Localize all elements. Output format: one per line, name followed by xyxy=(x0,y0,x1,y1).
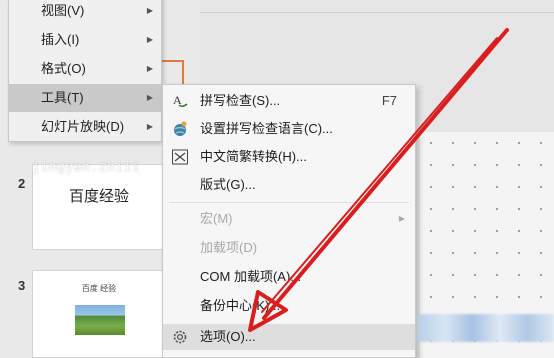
menu-separator xyxy=(169,202,409,203)
submenu-item-backup-center[interactable]: 备份中心(K)... xyxy=(163,293,415,319)
menu-item-view[interactable]: 视图(V) ▶ xyxy=(9,0,161,25)
submenu-item-label: 设置拼写检查语言(C)... xyxy=(200,121,333,136)
chevron-right-icon: ▶ xyxy=(146,35,153,44)
submenu-item-label: 版式(G)... xyxy=(200,177,256,192)
globe-icon xyxy=(171,120,189,138)
menu-item-label: 幻灯片放映(D) xyxy=(41,119,125,134)
shortcut-text: F7 xyxy=(381,93,397,108)
menu-item-tools[interactable]: 工具(T) ▶ xyxy=(9,84,161,112)
menu-item-slideshow[interactable]: 幻灯片放映(D) ▶ xyxy=(9,113,161,141)
blurred-region xyxy=(418,314,554,342)
svg-text:A: A xyxy=(173,93,182,107)
submenu-item-macro: 宏(M) ▶ xyxy=(163,206,415,232)
slide-thumbnail-2[interactable]: 百度经验 xyxy=(32,164,166,250)
submenu-item-options[interactable]: 选项(O)... xyxy=(163,324,415,350)
menu-item-format[interactable]: 格式(O) ▶ xyxy=(9,55,161,83)
chevron-right-icon: ▶ xyxy=(146,6,153,15)
submenu-item-label: 选项(O)... xyxy=(200,329,256,344)
menu-item-label: 视图(V) xyxy=(41,3,85,18)
chevron-right-icon: ▶ xyxy=(146,64,153,73)
watermark-text: jingyan.zhiii xyxy=(32,160,141,175)
divider xyxy=(200,12,554,13)
menu-item-label: 格式(O) xyxy=(41,61,86,76)
tools-submenu: A 拼写检查(S)... F7 设置拼写检查语言(C)... 中文简繁转换(H)… xyxy=(162,84,416,358)
submenu-item-spellcheck-language[interactable]: 设置拼写检查语言(C)... xyxy=(163,116,415,142)
submenu-item-com-addins[interactable]: COM 加载项(A)... xyxy=(163,264,415,290)
submenu-item-label: 加载项(D) xyxy=(200,240,258,255)
chevron-right-icon: ▶ xyxy=(146,93,153,102)
slide-3-title: 百度 经验 xyxy=(81,284,117,293)
chevron-right-icon: ▶ xyxy=(398,214,405,223)
slide-number-3: 3 xyxy=(18,278,26,293)
menu-item-insert[interactable]: 插入(I) ▶ xyxy=(9,26,161,54)
submenu-item-spellcheck[interactable]: A 拼写检查(S)... F7 xyxy=(163,88,415,114)
submenu-item-label: 备份中心(K)... xyxy=(200,298,281,313)
slide-number-2: 2 xyxy=(18,176,26,191)
context-menu: 视图(V) ▶ 插入(I) ▶ 格式(O) ▶ 工具(T) ▶ 幻灯片放映(D)… xyxy=(8,0,162,142)
landscape-image xyxy=(75,305,125,335)
menu-item-label: 插入(I) xyxy=(41,32,80,47)
submenu-item-label: COM 加载项(A)... xyxy=(200,269,302,284)
gear-icon xyxy=(171,328,189,346)
submenu-item-label: 拼写检查(S)... xyxy=(200,93,281,108)
chinese-convert-icon xyxy=(171,148,189,166)
submenu-item-label: 宏(M) xyxy=(200,211,233,226)
spellcheck-icon: A xyxy=(171,92,189,110)
submenu-item-addins: 加载项(D) xyxy=(163,235,415,261)
submenu-item-chinese-convert[interactable]: 中文简繁转换(H)... xyxy=(163,144,415,170)
menu-item-label: 工具(T) xyxy=(41,90,84,105)
submenu-item-layout[interactable]: 版式(G)... xyxy=(163,172,415,198)
slide-thumbnail-3[interactable]: 百度 经验 xyxy=(32,270,166,358)
submenu-item-label: 中文简繁转换(H)... xyxy=(200,149,307,164)
chevron-right-icon: ▶ xyxy=(146,122,153,131)
slide-2-title: 百度经验 xyxy=(68,188,129,205)
